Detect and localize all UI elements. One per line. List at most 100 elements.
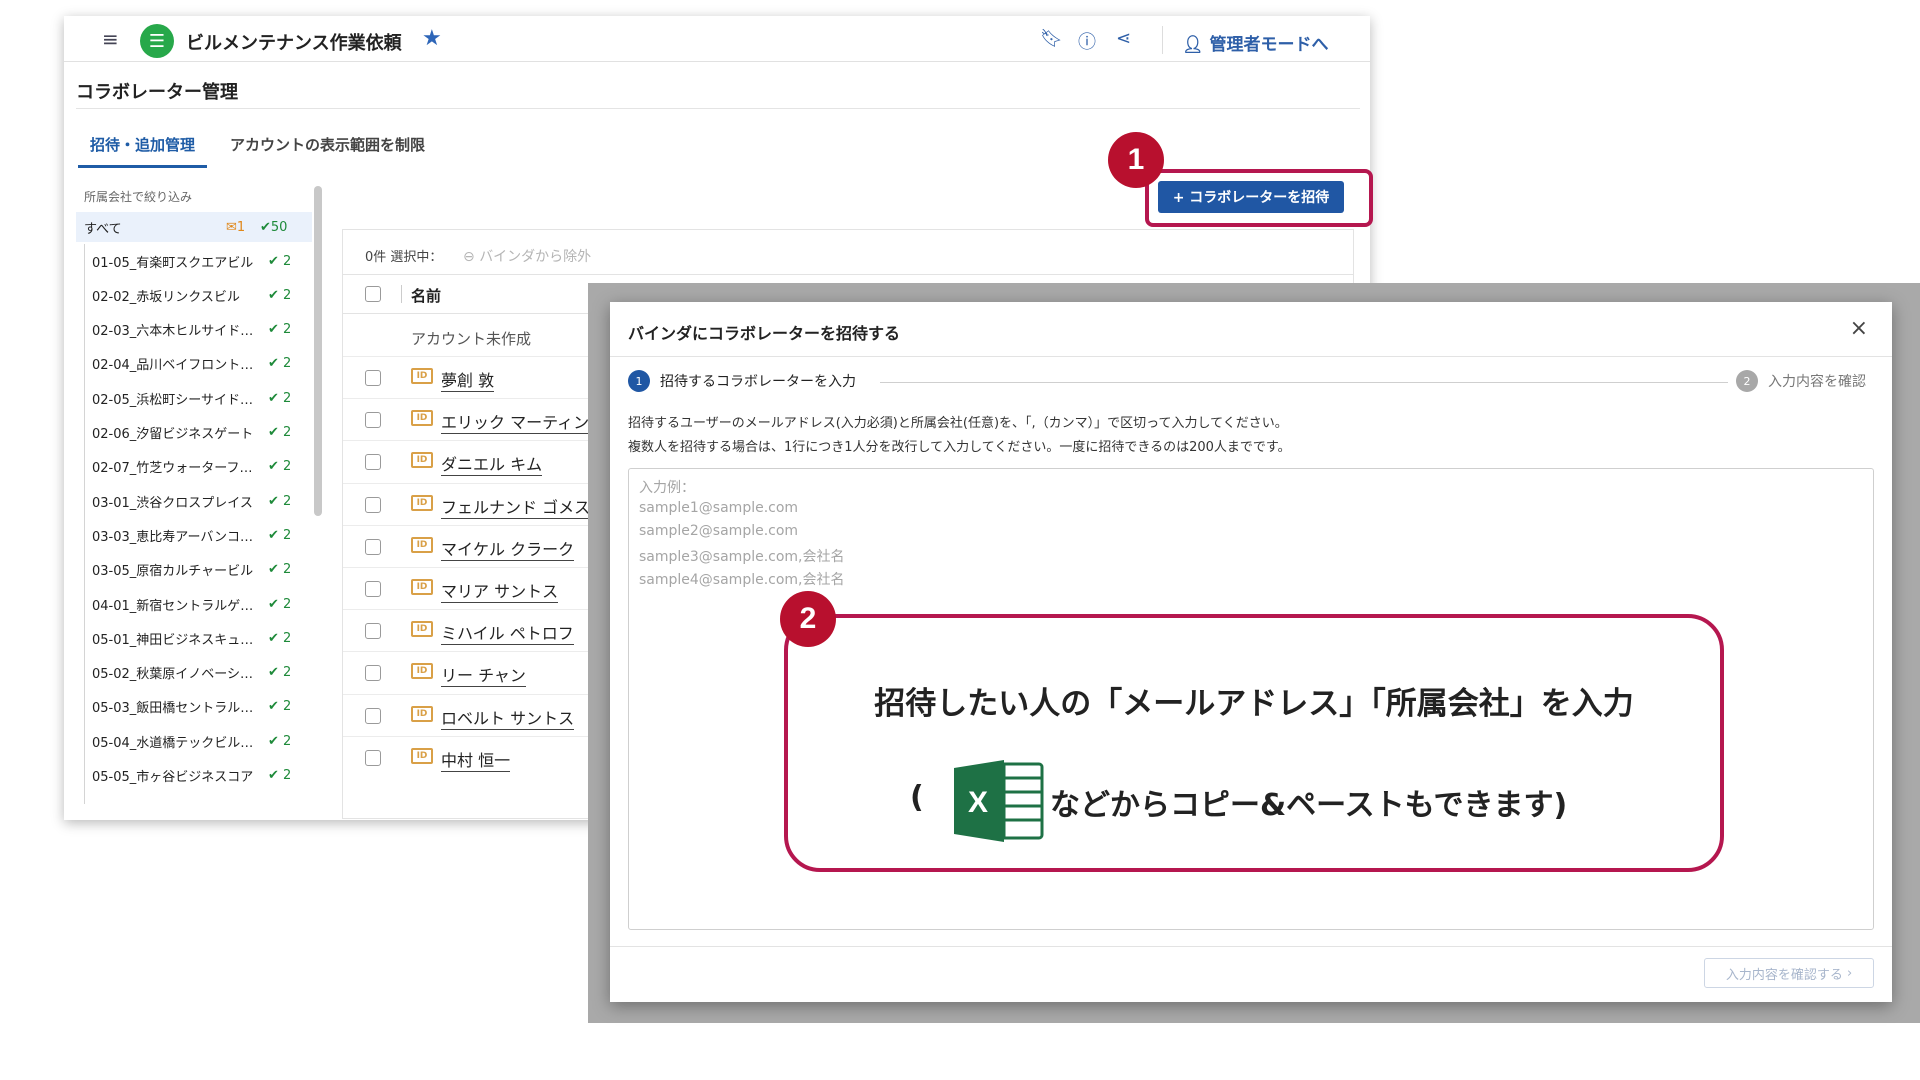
dialog-title: バインダにコラボレーターを招待する [628,324,901,343]
sidebar-item-building[interactable]: 02-02_赤坂リンクスビル ✔ 2 [92,278,312,312]
filter-label: 所属会社で絞り込み [84,190,193,204]
star-icon[interactable]: ★ [422,26,442,51]
instruction-line-1: 招待するユーザーのメールアドレス(入力必須)と所属会社(任意)を、「,（カンマ）… [628,416,1288,431]
user-name-link[interactable]: 夢創 敦 [441,367,495,392]
hamburger-menu-icon[interactable]: ≡ [102,27,119,51]
user-name-link[interactable]: マリア サントス [441,578,559,603]
sidebar-item-building[interactable]: 02-05_浜松町シーサイド… ✔ 2 [92,381,312,415]
placeholder-line: 入力例： [639,480,695,496]
row-checkbox[interactable] [365,496,381,513]
chevron-right-icon: › [1846,965,1853,981]
check-circle-icon: ✔ [268,733,284,749]
contact-card-icon: ID [411,663,433,680]
sidebar-item-building[interactable]: 02-06_汐留ビジネスゲート ✔ 2 [92,416,312,450]
check-count-badge: ✔ 2 [268,322,292,338]
callout-line-2-text: などからコピー&ペーストもできます) [1050,788,1568,823]
user-name-link[interactable]: 中村 恒一 [441,747,511,772]
contact-card-icon: ID [411,705,433,722]
admin-mode-link[interactable]: 👤︎ 管理者モードへ [1182,30,1329,55]
row-checkbox[interactable] [365,538,381,555]
title-divider [76,108,1360,109]
callout-box: 招待したい人の「メールアドレス」「所属会社」を入力 ( X などからコピー&ペー… [784,614,1724,872]
mail-count-badge: ✉1 [226,219,246,235]
user-name-link[interactable]: リー チャン [441,662,526,688]
sidebar-item-building[interactable]: 02-07_竹芝ウォーターフ… ✔ 2 [92,450,312,484]
contact-card-icon: ID [411,494,433,511]
sidebar-item-building[interactable]: 05-03_飯田橋セントラル… ✔ 2 [92,690,312,724]
sidebar-item-building[interactable]: 05-05_市ヶ谷ビジネスコア ✔ 2 [92,759,312,793]
step-1-label: 招待するコラボレーターを入力 [660,374,856,390]
row-checkbox[interactable] [365,454,381,471]
check-circle-icon: ✔ [268,596,284,612]
row-checkbox[interactable] [365,412,381,429]
app-title: ビルメンテナンス作業依頼 [186,33,402,54]
check-circle-icon: ✔ [268,768,284,783]
check-count-badge: ✔ 2 [268,253,292,269]
sidebar-item-building[interactable]: 02-03_六本木ヒルサイド… ✔ 2 [92,313,312,347]
user-name-link[interactable]: エリック マーティン [441,409,590,435]
check-circle-icon: ✔ [268,527,284,543]
row-checkbox[interactable] [365,665,381,682]
row-checkbox[interactable] [365,623,381,640]
sidebar-item-label: 03-03_恵比寿アーバンコ… [92,529,254,545]
user-name-link[interactable]: ミハイル ペトロフ [441,620,574,646]
sidebar-item-building[interactable]: 05-04_水道橋テックビル… ✔ 2 [92,724,312,758]
sidebar-item-label: 02-06_汐留ビジネスゲート [92,427,254,442]
user-count-badge: ✔50 [260,219,288,235]
check-circle-icon: ✔ [268,287,284,303]
sidebar-item-label: 05-02_秋葉原イノベーシ… [92,667,254,683]
sidebar-item-building[interactable]: 01-05_有楽町スクエアビル ✔ 2 [92,244,312,278]
sidebar-scrollbar[interactable] [314,186,322,516]
exclude-from-binder-button[interactable]: ⊖ バインダから除外 [463,246,591,266]
sidebar-item-building[interactable]: 04-01_新宿セントラルゲ… ✔ 2 [92,587,312,621]
user-name-link[interactable]: ダニエル キム [441,451,543,477]
placeholder-line: sample3@sample.com,会社名 [639,549,845,565]
check-circle-icon: ✔ [268,322,284,338]
step-2-number: 2 [1736,370,1758,392]
selection-info: 0件 選択中： [365,250,443,265]
check-count-badge: ✔ 2 [268,733,292,749]
dialog-header-divider [610,356,1892,357]
tab-visibility-restriction[interactable]: アカウントの表示範囲を制限 [230,134,425,155]
check-count-badge: ✔ 2 [268,493,292,509]
sidebar-item-building[interactable]: 05-01_神田ビジネスキュ… ✔ 2 [92,621,312,655]
check-circle-icon: ✔ [260,219,271,235]
sidebar-item-building[interactable]: 03-01_渋谷クロスプレイス ✔ 2 [92,484,312,518]
step-1: 1 招待するコラボレーターを入力 [628,370,856,392]
excel-icon: X [954,760,1044,842]
check-count-badge: ✔ 2 [268,630,292,646]
sidebar-item-building[interactable]: 02-04_品川ベイフロント… ✔ 2 [92,347,312,381]
sidebar-item-building[interactable]: 05-02_秋葉原イノベーシ… ✔ 2 [92,656,312,690]
step-1-number: 1 [628,370,650,392]
check-circle-icon: ✔ [268,630,284,646]
sidebar-item-label: 05-03_飯田橋セントラル… [92,701,254,717]
check-count-badge: ✔ 2 [268,425,292,440]
tab-invite-management[interactable]: 招待・追加管理 [78,134,208,168]
row-checkbox[interactable] [365,370,381,386]
check-count-badge: ✔ 2 [268,390,292,406]
row-checkbox[interactable] [365,707,381,724]
app-logo-list-icon: ☰ [140,24,174,58]
confirm-input-button[interactable]: 入力内容を確認する › [1704,958,1874,988]
user-name-link[interactable]: フェルナンド ゴメス [441,494,591,519]
column-header-name[interactable]: 名前 [411,285,441,306]
check-count-badge: ✔ 2 [268,356,292,372]
sidebar-item-label: 03-05_原宿カルチャービル [92,564,254,580]
user-name-link[interactable]: マイケル クラーク [441,536,575,561]
user-name-link[interactable]: ロベルト サントス [441,705,575,730]
contact-card-icon: ID [411,579,433,595]
sidebar-item-building[interactable]: 03-03_恵比寿アーバンコ… ✔ 2 [92,518,312,552]
close-icon[interactable]: × [1850,316,1868,341]
sidebar-item-building[interactable]: 03-05_原宿カルチャービル ✔ 2 [92,553,312,587]
sidebar-item-all[interactable]: すべて ✉1 ✔50 [76,212,312,242]
placeholder-line: sample1@sample.com [639,500,799,516]
row-checkbox[interactable] [365,749,381,766]
select-all-checkbox[interactable] [365,286,381,302]
check-count-badge: ✔ 2 [268,527,292,543]
bookmark-icon[interactable]: 🔖︎ [1040,28,1063,49]
row-checkbox[interactable] [365,581,381,597]
info-icon[interactable]: ⓘ [1078,28,1096,54]
placeholder-line: sample4@sample.com,会社名 [639,572,845,588]
share-icon[interactable]: ⋖ [1116,28,1131,49]
admin-mode-label: 管理者モードへ [1209,35,1329,55]
